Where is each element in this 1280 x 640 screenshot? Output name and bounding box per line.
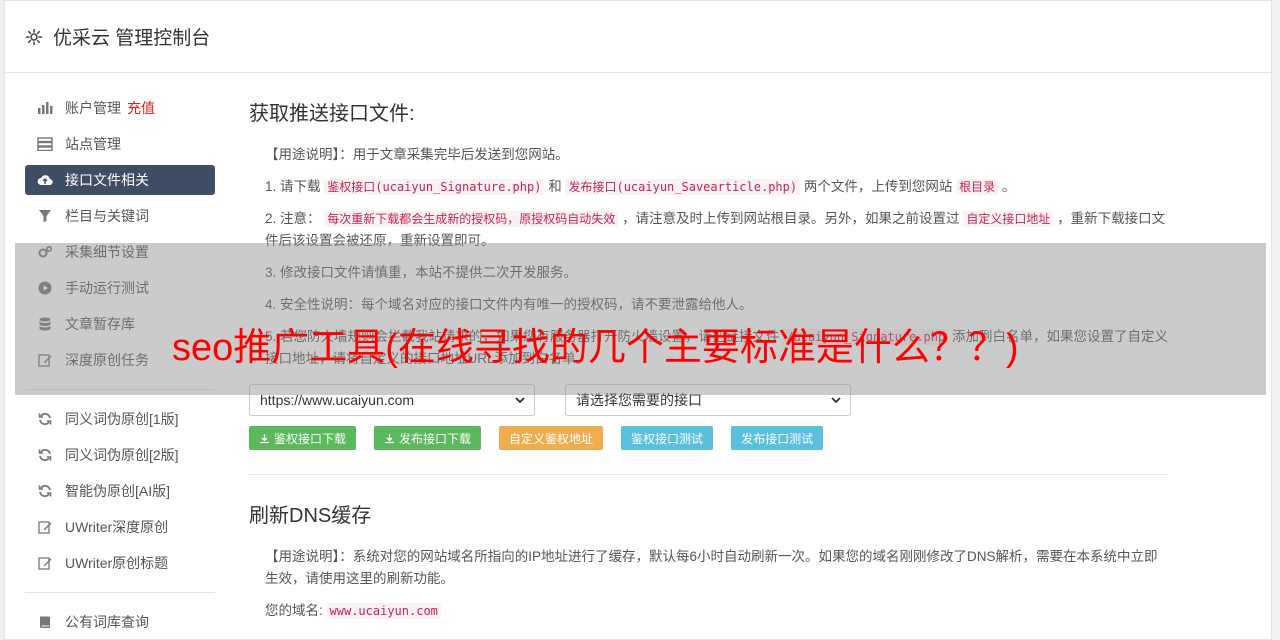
refresh-icon	[37, 447, 53, 463]
button-label: 发布接口下载	[399, 431, 472, 446]
button-label: 鉴权接口下载	[274, 431, 347, 446]
server-icon	[37, 136, 53, 152]
button-label: 鉴权接口测试	[631, 431, 704, 446]
sidebar-item-synonym-v2[interactable]: 同义词伪原创[2版]	[25, 440, 215, 470]
sidebar-item-ai-rewrite[interactable]: 智能伪原创[AI版]	[25, 476, 215, 506]
cloud-upload-icon	[37, 172, 53, 188]
custom-url-code: 自定义接口地址	[963, 211, 1054, 227]
root-dir-code: 根目录	[956, 179, 999, 195]
bar-chart-icon	[37, 100, 53, 116]
filter-icon	[37, 208, 53, 224]
domain-value: www.ucaiyun.com	[326, 603, 441, 619]
button-label: 自定义鉴权地址	[509, 431, 594, 446]
sidebar-item-uwriter-deep[interactable]: UWriter深度原创	[25, 512, 215, 542]
signature-file-link[interactable]: 鉴权接口(ucaiyun_Signature.php)	[324, 179, 545, 195]
sidebar-item-label: UWriter深度原创	[65, 519, 169, 535]
chevron-down-icon	[830, 394, 842, 409]
edit-icon	[37, 519, 53, 535]
refresh-icon	[37, 483, 53, 499]
sidebar-item-label: 同义词伪原创[2版]	[65, 447, 179, 463]
sidebar-item-interface-files[interactable]: 接口文件相关	[25, 165, 215, 195]
sidebar-item-public-lexicon[interactable]: 公有词库查询	[25, 607, 215, 637]
sidebar-item-label: 栏目与关键词	[65, 208, 149, 224]
step-text: ，请注意及时上传到网站根目录。另外，如果之前设置过	[622, 211, 960, 226]
sidebar-item-label: 账户管理	[65, 100, 121, 116]
download-icon	[259, 433, 270, 444]
sidebar-item-label: 公有词库查询	[65, 614, 149, 630]
sidebar-item-label: 接口文件相关	[65, 172, 149, 188]
edit-icon	[37, 555, 53, 571]
action-buttons: 鉴权接口下载 发布接口下载 自定义鉴权地址 鉴权接口测试 发布接口测试	[249, 426, 1169, 450]
sidebar-item-uwriter-title[interactable]: UWriter原创标题	[25, 548, 215, 578]
step-text: 2. 注意：	[265, 211, 321, 226]
section-divider	[249, 474, 1169, 475]
download-icon	[384, 433, 395, 444]
app-title: 优采云 管理控制台	[53, 28, 211, 49]
sidebar-divider	[25, 592, 215, 593]
sidebar-item-label: 同义词伪原创[1版]	[65, 411, 179, 427]
test-signature-button[interactable]: 鉴权接口测试	[621, 426, 714, 450]
sidebar-item-account[interactable]: 账户管理 充值	[25, 93, 215, 123]
download-publish-button[interactable]: 发布接口下载	[374, 426, 482, 450]
sidebar-item-label: 智能伪原创[AI版]	[65, 483, 171, 499]
overlay-title: seo推广工具(在线寻找的几个主要标准是什么？？)	[172, 327, 1019, 369]
gear-icon	[25, 28, 43, 46]
step-text: 和	[548, 179, 562, 194]
button-label: 发布接口测试	[741, 431, 814, 446]
step-1: 1. 请下载 鉴权接口(ucaiyun_Signature.php) 和 发布接…	[265, 176, 1169, 198]
domain-label: 您的域名:	[265, 603, 323, 618]
domain-row: 您的域名: www.ucaiyun.com	[265, 600, 1169, 622]
auth-code-warning: 每次重新下载都会生成新的授权码，原授权码自动失效	[324, 211, 619, 227]
sidebar-item-columns-keywords[interactable]: 栏目与关键词	[25, 201, 215, 231]
sidebar-item-label: 站点管理	[65, 136, 121, 152]
step-text: 1. 请下载	[265, 179, 321, 194]
download-signature-button[interactable]: 鉴权接口下载	[249, 426, 357, 450]
chevron-down-icon	[514, 394, 526, 409]
section-title-dns: 刷新DNS缓存	[249, 505, 372, 527]
dns-usage-text: 【用途说明】：系统对您的网站域名所指向的IP地址进行了缓存，默认每6小时自动刷新…	[265, 549, 1158, 586]
overlay-band	[15, 243, 1266, 395]
test-publish-button[interactable]: 发布接口测试	[731, 426, 824, 450]
recharge-link[interactable]: 充值	[127, 98, 155, 118]
top-bar: 优采云 管理控制台	[5, 1, 1271, 73]
refresh-icon	[37, 411, 53, 427]
usage-text: 【用途说明】：用于文章采集完毕后发送到您网站。	[265, 147, 569, 162]
step-text: 两个文件，上传到您网站	[803, 179, 953, 194]
section-title-interface: 获取推送接口文件:	[249, 103, 415, 125]
savearticle-file-link[interactable]: 发布接口(ucaiyun_Savearticle.php)	[565, 179, 801, 195]
step-text: 。	[1001, 179, 1016, 194]
sidebar-item-synonym-v1[interactable]: 同义词伪原创[1版]	[25, 404, 215, 434]
sidebar-item-label: UWriter原创标题	[65, 555, 169, 571]
custom-auth-url-button[interactable]: 自定义鉴权地址	[499, 426, 604, 450]
sidebar-item-sites[interactable]: 站点管理	[25, 129, 215, 159]
book-icon	[37, 614, 53, 630]
